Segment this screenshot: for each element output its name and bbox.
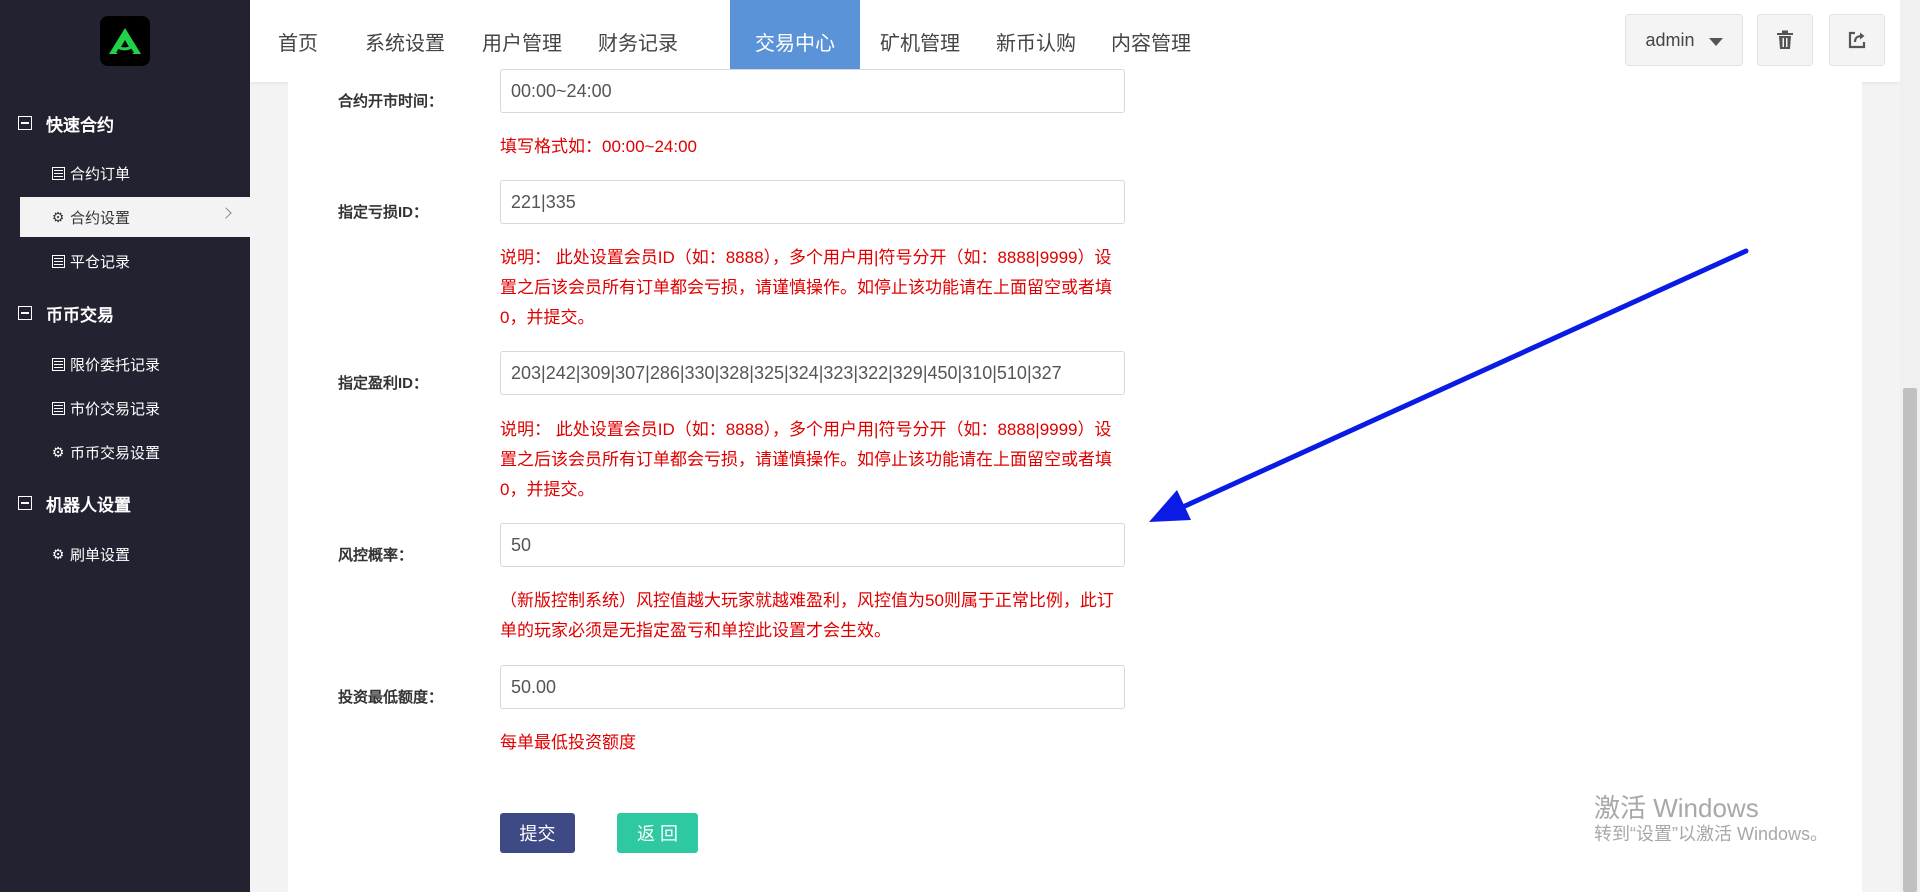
risk-rate-hint: （新版控制系统）风控值越大玩家就越难盈利，风控值为50则属于正常比例，此订单的玩… — [500, 591, 1114, 640]
sidebar-item-market-trades[interactable]: 市价交易记录 — [20, 388, 250, 428]
list-icon — [51, 357, 65, 371]
sidebar: 快速合约 合约订单 ⚙ 合约设置 平仓记录 币币交易 限价委托记录 市价交易记录… — [0, 0, 250, 892]
logout-button[interactable] — [1829, 14, 1885, 66]
sidebar-item-coin-trade-settings[interactable]: ⚙ 币币交易设置 — [20, 432, 250, 472]
sidebar-group-label: 机器人设置 — [46, 495, 131, 515]
sidebar-group-contract[interactable]: 快速合约 — [0, 98, 250, 148]
sidebar-item-contract-orders[interactable]: 合约订单 — [20, 153, 250, 193]
gear-icon: ⚙ — [51, 546, 65, 562]
tab-home[interactable]: 首页 — [250, 0, 346, 82]
chevron-right-icon — [220, 207, 232, 219]
list-icon — [51, 166, 65, 180]
risk-rate-label: 风控概率： — [338, 547, 414, 564]
logo-icon[interactable] — [100, 16, 150, 66]
sidebar-group-label: 币币交易 — [46, 305, 114, 325]
list-icon — [51, 401, 65, 415]
sidebar-group-label: 快速合约 — [46, 115, 114, 135]
logo-area — [0, 0, 250, 82]
back-button[interactable]: 返 回 — [617, 813, 698, 853]
sidebar-item-label: 市价交易记录 — [70, 400, 161, 418]
profit-id-input[interactable] — [500, 351, 1125, 395]
open-time-input[interactable] — [500, 69, 1125, 113]
scrollbar-thumb[interactable] — [1903, 388, 1917, 892]
share-exit-icon — [1848, 31, 1866, 49]
tab-system-settings[interactable]: 系统设置 — [346, 0, 464, 82]
sidebar-group-robot[interactable]: 机器人设置 — [0, 478, 250, 528]
loss-id-hint: 说明： 此处设置会员ID（如：8888），多个用户用|符号分开（如：8888|9… — [500, 248, 1112, 327]
list-icon — [51, 254, 65, 268]
sidebar-group-coin-trade[interactable]: 币币交易 — [0, 288, 250, 338]
submit-button[interactable]: 提交 — [500, 813, 575, 853]
gear-icon: ⚙ — [51, 444, 65, 460]
trash-icon — [1777, 30, 1793, 49]
collapse-icon — [18, 496, 32, 510]
profit-id-hint: 说明： 此处设置会员ID（如：8888），多个用户用|符号分开（如：8888|9… — [500, 420, 1112, 499]
sidebar-item-close-records[interactable]: 平仓记录 — [20, 241, 250, 281]
user-menu-button[interactable]: admin — [1625, 14, 1743, 66]
clear-cache-button[interactable] — [1757, 14, 1813, 66]
loss-id-label: 指定亏损ID： — [338, 204, 429, 221]
sidebar-item-label: 合约设置 — [70, 209, 131, 227]
sidebar-item-label: 币币交易设置 — [70, 444, 161, 462]
min-invest-label: 投资最低额度： — [338, 689, 444, 706]
collapse-icon — [18, 116, 32, 130]
sidebar-item-label: 合约订单 — [70, 165, 131, 183]
sidebar-item-brush-settings[interactable]: ⚙ 刷单设置 — [20, 534, 250, 574]
windows-watermark-subtitle: 转到“设置”以激活 Windows。 — [1594, 824, 1829, 844]
gear-icon: ⚙ — [51, 209, 65, 225]
username: admin — [1645, 29, 1695, 50]
risk-rate-input[interactable] — [500, 523, 1125, 567]
min-invest-hint: 每单最低投资额度 — [500, 733, 636, 752]
sidebar-item-label: 限价委托记录 — [70, 356, 161, 374]
caret-down-icon — [1708, 37, 1723, 46]
min-invest-input[interactable] — [500, 665, 1125, 709]
collapse-icon — [18, 306, 32, 320]
profit-id-label: 指定盈利ID： — [338, 375, 429, 392]
sidebar-item-limit-orders[interactable]: 限价委托记录 — [20, 344, 250, 384]
loss-id-input[interactable] — [500, 180, 1125, 224]
open-time-hint: 填写格式如：00:00~24:00 — [500, 137, 698, 156]
sidebar-item-label: 刷单设置 — [70, 546, 131, 564]
sidebar-item-contract-settings[interactable]: ⚙ 合约设置 — [20, 197, 250, 237]
sidebar-item-label: 平仓记录 — [70, 253, 131, 271]
open-time-label: 合约开市时间： — [338, 93, 444, 110]
